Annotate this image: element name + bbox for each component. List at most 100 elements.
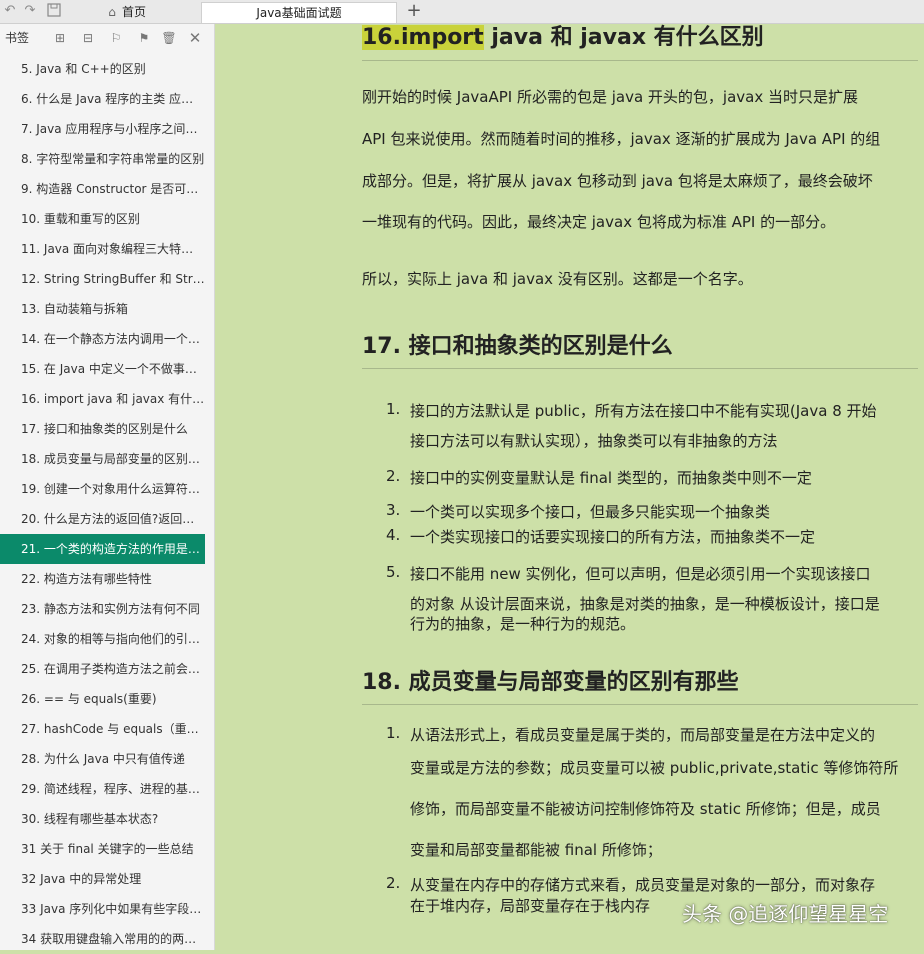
list-item-text: 的对象 从设计层面来说，抽象是对类的抽象，是一种模板设计，接口是	[410, 595, 880, 613]
list-item-text: 行为的抽象，是一种行为的规范。	[410, 615, 636, 633]
tab-bar: ↶ ↷ ⌂ 首页 Java基础面试题 +	[0, 0, 924, 24]
sidebar-bookmark-label: 19. 创建一个对象用什么运算符?对象实体与对象引用有何不同?	[21, 482, 205, 496]
sidebar-bookmark-item[interactable]: 22. 构造方法有哪些特性	[0, 564, 214, 594]
sidebar-bookmark-label: 30. 线程有哪些基本状态?	[21, 812, 159, 826]
sidebar-bookmark-item[interactable]: 16. import java 和 javax 有什么区别	[0, 384, 214, 414]
document-page: 16.import java 和 javax 有什么区别 刚开始的时候 Java…	[216, 24, 924, 950]
list-item-text: 修饰，而局部变量不能被访问控制修饰符及 static 所修饰；但是，成员	[410, 800, 881, 818]
heading-18: 18. 成员变量与局部变量的区别有那些	[362, 670, 739, 695]
sidebar-bookmark-item[interactable]: 6. 什么是 Java 程序的主类 应用程序和小程序的主类有何不同	[0, 84, 214, 114]
sidebar-bookmark-label: 26. == 与 equals(重要)	[21, 692, 157, 706]
sidebar-bookmark-label: 22. 构造方法有哪些特性	[21, 572, 152, 586]
sidebar-bookmark-label: 12. String StringBuffer 和 StringBuilder …	[21, 272, 205, 286]
sidebar-bookmark-label: 5. Java 和 C++的区别	[21, 62, 146, 76]
sidebar-bookmark-item[interactable]: 20. 什么是方法的返回值?返回值在类的方法里的作用是什么?	[0, 504, 214, 534]
bookmark-icon[interactable]: ⚐	[108, 30, 124, 46]
sidebar-bookmark-label: 28. 为什么 Java 中只有值传递	[21, 752, 185, 766]
sidebar-bookmark-item[interactable]: 5. Java 和 C++的区别	[0, 54, 214, 84]
sidebar-bookmark-item[interactable]: 14. 在一个静态方法内调用一个非静态成员为什么是非法的	[0, 324, 214, 354]
tab-active-label: Java基础面试题	[256, 6, 342, 20]
watermark: 头条 @追逐仰望星星空	[682, 902, 889, 926]
sidebar-bookmark-item[interactable]: 29. 简述线程，程序、进程的基本概念。以及他们之间关系是什么	[0, 774, 214, 804]
list-item-text: 接口方法可以有默认实现），抽象类可以有非抽象的方法	[410, 432, 778, 450]
list-item-number: 3.	[386, 501, 401, 519]
sidebar-bookmark-label: 24. 对象的相等与指向他们的引用相等,两者有什么不同?	[21, 632, 205, 646]
bookmark-sidebar: 书签 ⊞ ⊟ ⚐ ⚑ 🗑 ✕ 5. Java 和 C++的区别 6. 什么是 Ja…	[0, 24, 215, 950]
list-item-text: 一个类实现接口的话要实现接口的所有方法，而抽象类不一定	[410, 528, 816, 546]
sidebar-bookmark-item[interactable]: 8. 字符型常量和字符串常量的区别	[0, 144, 214, 174]
heading-17-rule	[362, 368, 918, 369]
delete-icon[interactable]: 🗑	[161, 30, 177, 46]
sidebar-bookmark-label: 21. 一个类的构造方法的作用是什么 若一个类没有声明构造方法，该程序能正确执行…	[21, 542, 205, 556]
sidebar-bookmark-item[interactable]: 23. 静态方法和实例方法有何不同	[0, 594, 214, 624]
sidebar-bookmark-item[interactable]: 26. == 与 equals(重要)	[0, 684, 214, 714]
heading-16-rule	[362, 60, 918, 61]
undo-icon[interactable]: ↶	[2, 3, 18, 19]
list-item-text: 变量和局部变量都能被 final 所修饰；	[410, 841, 662, 859]
list-item-text: 接口中的实例变量默认是 final 类型的，而抽象类中则不一定	[410, 469, 812, 487]
sidebar-bookmark-label: 18. 成员变量与局部变量的区别有那些	[21, 452, 205, 466]
sidebar-bookmark-item[interactable]: 31 关于 final 关键字的一些总结	[0, 834, 214, 864]
list-item-text: 从语法形式上，看成员变量是属于类的，而局部变量是在方法中定义的	[410, 726, 876, 744]
sidebar-bookmark-item[interactable]: 24. 对象的相等与指向他们的引用相等,两者有什么不同?	[0, 624, 214, 654]
sidebar-bookmark-item[interactable]: 32 Java 中的异常处理	[0, 864, 214, 894]
heading-18-rule	[362, 704, 918, 705]
heading-16: 16.import java 和 javax 有什么区别	[362, 24, 764, 51]
list-item-number: 5.	[386, 563, 401, 581]
tab-active-document[interactable]: Java基础面试题	[201, 2, 397, 23]
tab-home-label: 首页	[122, 5, 147, 19]
sidebar-bookmark-item[interactable]: 33 Java 序列化中如果有些字段不想进行序列化 怎么办	[0, 894, 214, 924]
redo-icon[interactable]: ↷	[22, 3, 38, 19]
sidebar-bookmark-item[interactable]: 17. 接口和抽象类的区别是什么	[0, 414, 214, 444]
list-item-number: 1.	[386, 400, 401, 418]
para-16-line: 刚开始的时候 JavaAPI 所必需的包是 java 开头的包，javax 当时…	[362, 88, 858, 106]
sidebar-bookmark-label: 33 Java 序列化中如果有些字段不想进行序列化 怎么办	[21, 902, 205, 916]
sidebar-bookmark-label: 25. 在调用子类构造方法之前会先调用父类没有参数的构造方法,其目的是?	[21, 662, 205, 676]
bookmark-add-icon[interactable]: ⚑	[136, 30, 152, 46]
list-item-text: 变量或是方法的参数；成员变量可以被 public,private,static …	[410, 759, 899, 777]
sidebar-bookmark-label: 16. import java 和 javax 有什么区别	[21, 392, 205, 406]
heading-17: 17. 接口和抽象类的区别是什么	[362, 334, 673, 359]
sidebar-bookmark-item[interactable]: 13. 自动装箱与拆箱	[0, 294, 214, 324]
list-item-number: 2.	[386, 467, 401, 485]
sidebar-bookmark-item[interactable]: 12. String StringBuffer 和 StringBuilder …	[0, 264, 214, 294]
sidebar-bookmark-item[interactable]: 19. 创建一个对象用什么运算符?对象实体与对象引用有何不同?	[0, 474, 214, 504]
sidebar-bookmark-label: 6. 什么是 Java 程序的主类 应用程序和小程序的主类有何不同	[21, 92, 205, 106]
sidebar-bookmark-item[interactable]: 27. hashCode 与 equals（重要）	[0, 714, 214, 744]
sidebar-bookmark-item[interactable]: 9. 构造器 Constructor 是否可被 override	[0, 174, 214, 204]
sidebar-bookmark-label: 23. 静态方法和实例方法有何不同	[21, 602, 200, 616]
heading-16-highlight: import	[400, 25, 484, 50]
list-item-number: 2.	[386, 874, 401, 892]
sidebar-bookmark-item[interactable]: 7. Java 应用程序与小程序之间有哪些差别	[0, 114, 214, 144]
sidebar-bookmark-label: 10. 重载和重写的区别	[21, 212, 140, 226]
sidebar-bookmark-label: 27. hashCode 与 equals（重要）	[21, 722, 205, 736]
sidebar-bookmark-item[interactable]: 25. 在调用子类构造方法之前会先调用父类没有参数的构造方法,其目的是?	[0, 654, 214, 684]
sidebar-bookmark-label: 17. 接口和抽象类的区别是什么	[21, 422, 188, 436]
para-16-summary: 所以，实际上 java 和 javax 没有区别。这都是一个名字。	[362, 270, 753, 288]
close-icon[interactable]: ✕	[187, 30, 203, 46]
heading-16-number: 16.	[362, 25, 401, 50]
tab-home[interactable]: ⌂ 首页	[100, 2, 198, 23]
list-item-text: 从变量在内存中的存储方式来看，成员变量是对象的一部分，而对象存	[410, 876, 876, 894]
plus-icon[interactable]: +	[404, 1, 424, 21]
sidebar-bookmark-item[interactable]: 30. 线程有哪些基本状态?	[0, 804, 214, 834]
sidebar-bookmark-item[interactable]: 18. 成员变量与局部变量的区别有那些	[0, 444, 214, 474]
sidebar-bookmark-label: 9. 构造器 Constructor 是否可被 override	[21, 182, 205, 196]
sidebar-bookmark-item[interactable]: 10. 重载和重写的区别	[0, 204, 214, 234]
para-16-line: 成部分。但是，将扩展从 javax 包移动到 java 包将是太麻烦了，最终会破…	[362, 172, 873, 190]
sidebar-bookmark-label: 7. Java 应用程序与小程序之间有哪些差别	[21, 122, 205, 136]
sidebar-bookmark-label: 13. 自动装箱与拆箱	[21, 302, 128, 316]
sidebar-bookmark-item[interactable]: 21. 一个类的构造方法的作用是什么 若一个类没有声明构造方法，该程序能正确执行…	[0, 534, 205, 564]
sidebar-bookmark-label: 8. 字符型常量和字符串常量的区别	[21, 152, 205, 166]
list-item-number: 1.	[386, 724, 401, 742]
sidebar-bookmark-item[interactable]: 15. 在 Java 中定义一个不做事且没有参数的构造方法的作用	[0, 354, 214, 384]
home-icon: ⌂	[108, 5, 116, 19]
list-item-text: 一个类可以实现多个接口，但最多只能实现一个抽象类	[410, 503, 771, 521]
expand-all-icon[interactable]: ⊞	[52, 30, 68, 46]
sidebar-bookmark-label: 29. 简述线程，程序、进程的基本概念。以及他们之间关系是什么	[21, 782, 205, 796]
sidebar-bookmark-item[interactable]: 11. Java 面向对象编程三大特性：封装 继承 多态	[0, 234, 214, 264]
sidebar-bookmark-label: 11. Java 面向对象编程三大特性：封装 继承 多态	[21, 242, 205, 256]
sidebar-bookmark-item[interactable]: 28. 为什么 Java 中只有值传递	[0, 744, 214, 774]
save-icon[interactable]	[46, 3, 62, 19]
collapse-all-icon[interactable]: ⊟	[80, 30, 96, 46]
